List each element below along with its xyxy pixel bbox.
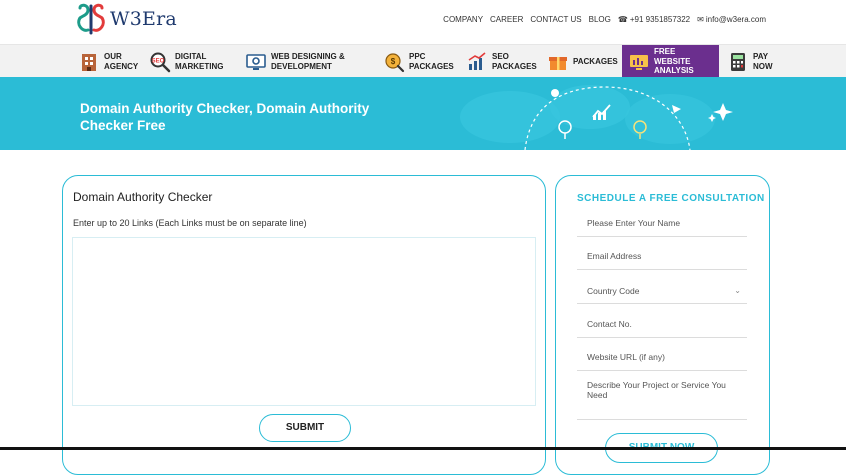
- nav-label-line2: NOW: [753, 61, 773, 71]
- nav-item-seo-packages[interactable]: SEO PACKAGES: [466, 45, 537, 78]
- magnifier-icon: SEO: [150, 52, 171, 72]
- consultation-card: SCHEDULE A FREE CONSULTATION Please Ente…: [555, 175, 770, 475]
- domain-authority-checker-card: Domain Authority Checker Enter up to 20 …: [62, 175, 546, 475]
- top-bar: W3Era COMPANY CAREER CONTACT US BLOG ☎ +9…: [0, 0, 846, 44]
- seo-chart-icon: [468, 51, 486, 70]
- country-code-label: Country Code: [587, 286, 640, 296]
- links-textarea[interactable]: [72, 237, 536, 406]
- nav-label-line2: AGENCY: [104, 61, 139, 71]
- ppc-coin-icon: $: [385, 52, 405, 72]
- building-icon: [82, 53, 96, 71]
- nav-item-ppc-packages[interactable]: $ PPC PACKAGES: [383, 45, 454, 78]
- page-title: Domain Authority Checker, Domain Authori…: [80, 101, 370, 133]
- checker-instruction: Enter up to 20 Links (Each Links must be…: [73, 218, 307, 228]
- checker-title: Domain Authority Checker: [73, 190, 213, 204]
- hero-banner: Domain Authority Checker, Domain Authori…: [0, 77, 846, 150]
- website-url-field[interactable]: Website URL (if any): [577, 352, 747, 371]
- logo-text: W3Era: [110, 8, 177, 30]
- nav-label-line1: WEB DESIGNING &: [271, 52, 345, 61]
- nav-label-line1: DIGITAL: [175, 52, 207, 61]
- main-nav: OUR AGENCY SEO DIGITAL MARKETING WEB DESIG…: [0, 44, 846, 78]
- top-links: COMPANY CAREER CONTACT US BLOG ☎ +91 9351…: [436, 15, 766, 24]
- svg-text:$: $: [391, 57, 396, 66]
- phone-number: +91 9351857322: [629, 15, 691, 24]
- nav-item-web-designing[interactable]: WEB DESIGNING & DEVELOPMENT: [245, 45, 345, 78]
- package-gift-icon: [549, 56, 567, 70]
- nav-label-line2: PACKAGES: [492, 61, 537, 71]
- nav-item-packages[interactable]: PACKAGES: [547, 45, 618, 78]
- nav-label-line1: PPC: [409, 52, 426, 61]
- nav-item-our-agency[interactable]: OUR AGENCY: [78, 45, 138, 78]
- top-link-email[interactable]: ✉ info@w3era.com: [697, 15, 766, 24]
- nav-label-line2: DEVELOPMENT: [271, 61, 332, 71]
- contact-number-field[interactable]: Contact No.: [577, 319, 747, 338]
- top-link-company[interactable]: COMPANY: [443, 15, 483, 24]
- consultation-title: SCHEDULE A FREE CONSULTATION: [577, 193, 765, 204]
- nav-item-digital-marketing[interactable]: SEO DIGITAL MARKETING: [149, 45, 223, 78]
- top-link-phone[interactable]: ☎ +91 9351857322: [618, 15, 690, 24]
- nav-item-pay-now[interactable]: PAY NOW: [727, 45, 773, 78]
- banner-illustration: [460, 85, 733, 150]
- nav-label-line2: ANALYSIS: [654, 66, 694, 76]
- nav-label-line1: PACKAGES: [573, 56, 618, 66]
- top-link-career[interactable]: CAREER: [490, 15, 523, 24]
- svg-text:SEO: SEO: [152, 58, 165, 64]
- top-link-blog[interactable]: BLOG: [589, 15, 611, 24]
- analysis-monitor-icon: [630, 54, 648, 70]
- nav-item-free-website-analysis[interactable]: FREE WEBSITE ANALYSIS: [622, 45, 719, 78]
- country-code-select[interactable]: Country Code ⌄: [577, 286, 747, 304]
- submit-button[interactable]: SUBMIT: [259, 414, 351, 442]
- nav-label-line1: PAY: [753, 52, 769, 61]
- nav-label-line2: MARKETING: [175, 61, 224, 71]
- email-address: info@w3era.com: [705, 15, 766, 24]
- mail-icon: ✉: [697, 15, 704, 24]
- phone-icon: ☎: [617, 15, 628, 24]
- name-field[interactable]: Please Enter Your Name: [577, 218, 747, 237]
- nav-label-line1: FREE WEBSITE: [654, 47, 691, 66]
- email-field[interactable]: Email Address: [577, 251, 747, 270]
- chevron-down-icon: ⌄: [734, 286, 741, 295]
- nav-label-line1: SEO: [492, 52, 509, 61]
- calculator-icon: [731, 52, 745, 71]
- top-link-contact[interactable]: CONTACT US: [530, 15, 581, 24]
- logo-mark-icon: [77, 3, 105, 35]
- nav-label-line1: OUR: [104, 52, 122, 61]
- logo[interactable]: W3Era: [74, 2, 177, 36]
- nav-label-line2: PACKAGES: [409, 61, 454, 71]
- project-description-field[interactable]: Describe Your Project or Service You Nee…: [577, 380, 747, 420]
- monitor-gear-icon: [246, 53, 266, 70]
